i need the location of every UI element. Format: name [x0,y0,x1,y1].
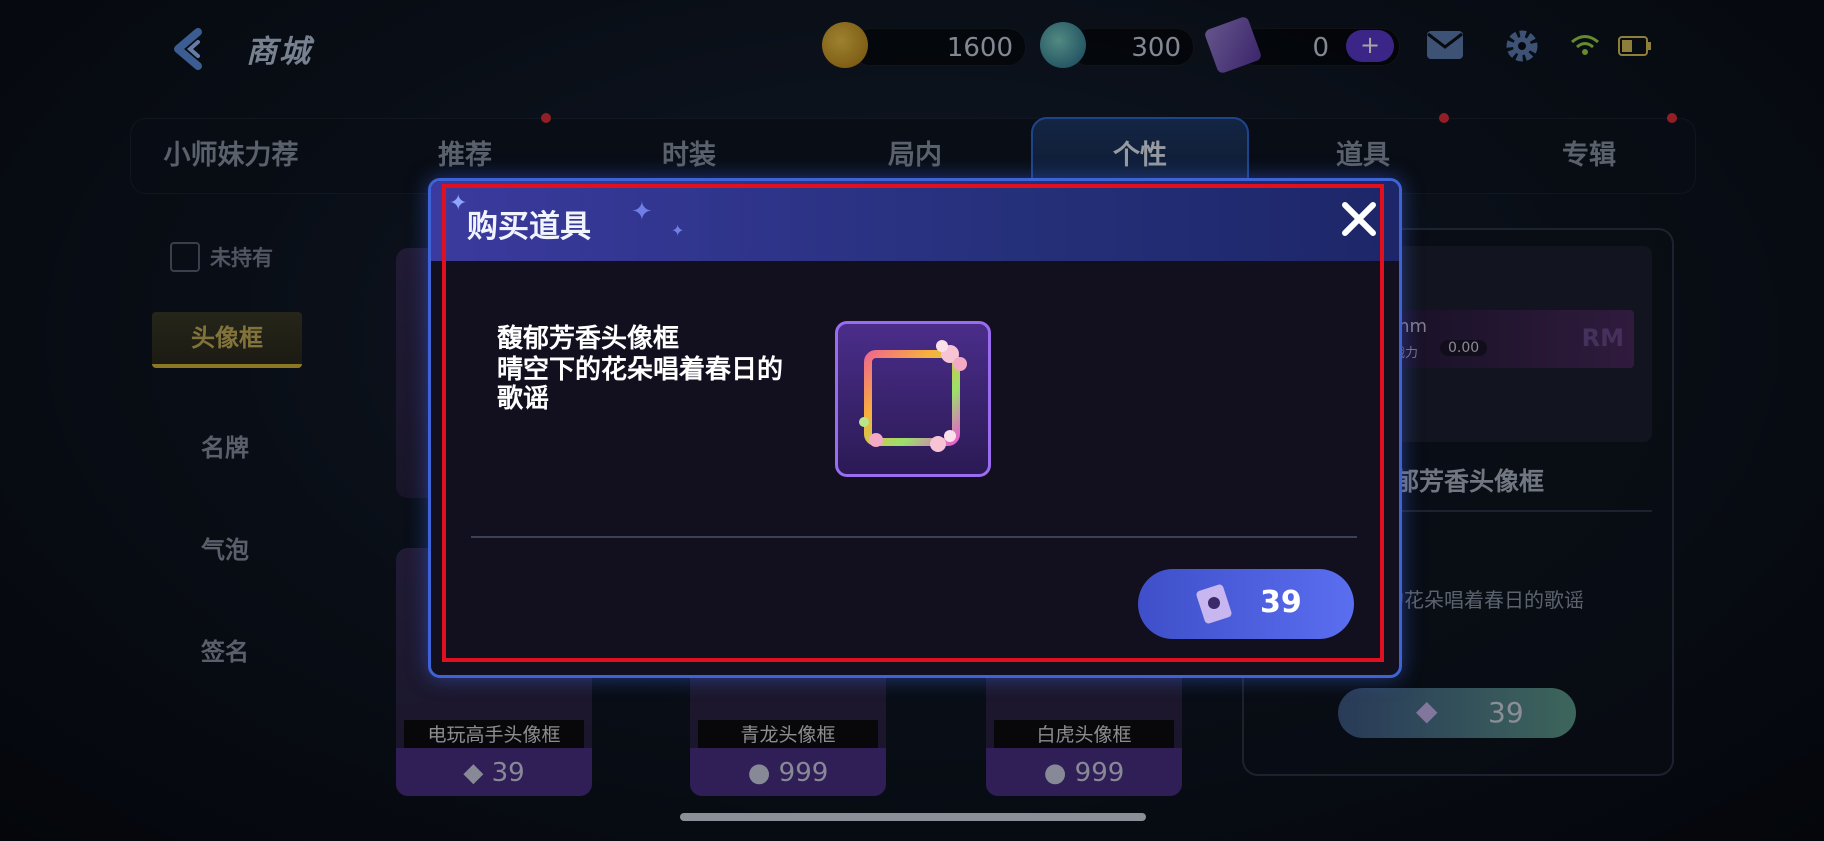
home-indicator[interactable] [680,813,1146,821]
shop-screen: 商城 1600 300 0 + 小师妹力荐 推荐 时装 局内 个性 道具 专辑 … [0,0,1824,841]
highlight-box [442,184,1384,662]
